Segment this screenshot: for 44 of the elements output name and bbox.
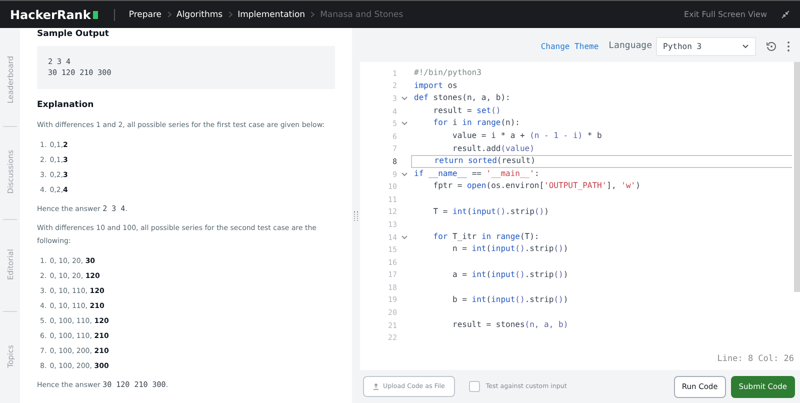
code-line: a = int(input().strip()) (452, 268, 570, 281)
code-line: for T_itr in range(T): (432, 230, 540, 243)
language-label: Language (608, 41, 652, 51)
code-line: import os (413, 80, 458, 92)
code-line: T = int(input().strip()) (432, 206, 550, 218)
upload-icon (373, 383, 379, 390)
breadcrumb-link[interactable]: Prepare (128, 10, 162, 20)
custom-input-checkbox[interactable] (468, 381, 480, 392)
code-line: #!/bin/python3 (413, 67, 482, 79)
caret-down-icon (742, 44, 749, 48)
code-line: result.add(value) (452, 142, 536, 155)
code-line: return sorted(result) (411, 155, 792, 168)
fold-chevron-icon[interactable] (400, 234, 408, 240)
chevron-right-icon (166, 11, 172, 18)
code-line: if __name__ == '__main__': (413, 168, 540, 180)
code-line: b = int(input().strip()) (452, 294, 570, 306)
change-theme-link[interactable]: Change Theme (540, 42, 599, 50)
code-line: fptr = open(os.environ['OUTPUT_PATH'], 'w') (432, 180, 642, 192)
breadcrumb-link[interactable]: Algorithms (176, 10, 223, 20)
more-options-icon[interactable] (787, 40, 790, 52)
logo-mark-icon (92, 10, 98, 18)
code-line: result = stones(n, a, b) (452, 318, 570, 331)
section-heading: Sample Output (37, 29, 110, 39)
resize-handle[interactable] (354, 210, 358, 220)
chevron-right-icon (310, 11, 316, 18)
code-line: n = int(input().strip()) (452, 243, 570, 256)
code-line: def stones(n, a, b): (413, 92, 512, 104)
exit-fullscreen-link[interactable]: Exit Full Screen View (684, 10, 767, 19)
chevron-right-icon (228, 11, 233, 18)
code-line: for i in range(n): (432, 117, 521, 130)
breadcrumb-current[interactable]: Manasa and Stones (320, 10, 404, 20)
code-line: result = set() (432, 104, 502, 117)
code-line: value = i * a + (n - 1 - i) * b (452, 130, 603, 142)
fold-chevron-icon[interactable] (400, 96, 408, 101)
restore-icon[interactable] (766, 40, 777, 52)
fold-chevron-icon[interactable] (400, 172, 408, 177)
collapse-arrows-icon[interactable] (781, 10, 790, 19)
breadcrumb-link[interactable]: Implementation (238, 10, 306, 20)
language-dropdown[interactable]: Python 3 (656, 36, 756, 56)
section-heading: Explanation (37, 100, 95, 110)
fold-chevron-icon[interactable] (400, 121, 408, 126)
logo-text[interactable]: HackerRank (10, 8, 91, 22)
scrollbar-thumb[interactable] (794, 62, 800, 292)
cursor-position-text: Line: 8 Col: 26 (717, 354, 794, 364)
